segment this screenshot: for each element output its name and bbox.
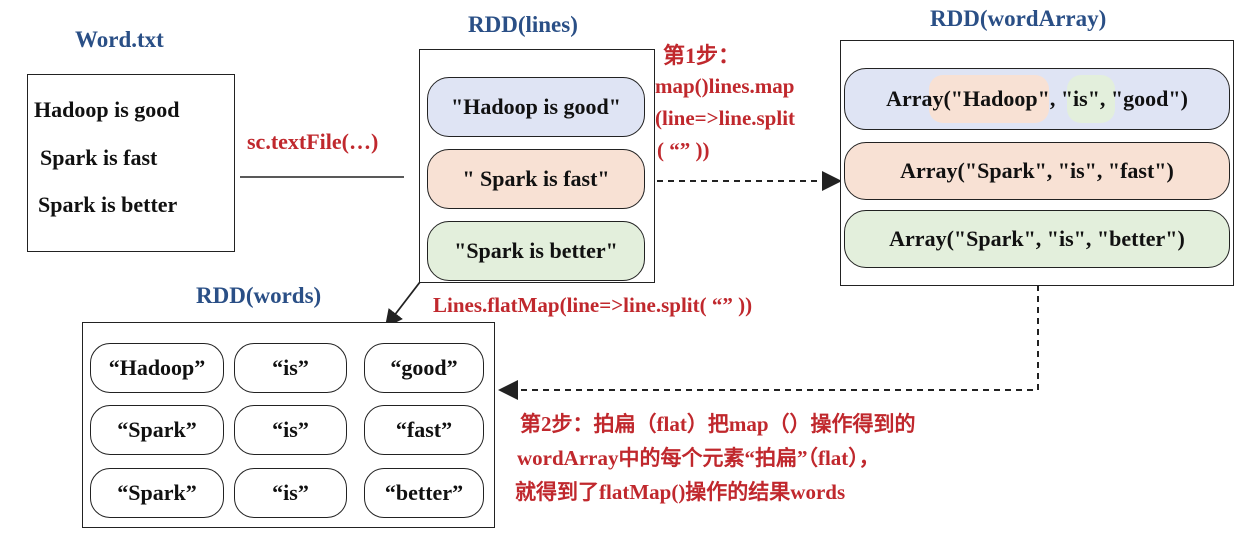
rdd-words-item: “Spark” [90, 468, 224, 518]
rdd-lines-title: RDD(lines) [468, 12, 578, 37]
rdd-words-item: “good” [364, 343, 484, 393]
rdd-words-box: “Hadoop” “is” “good” “Spark” “is” “fast”… [82, 322, 495, 528]
rdd-words-item: “is” [234, 468, 347, 518]
step2-line: wordArray中的每个元素“拍扁”（flat）， [517, 446, 880, 470]
textfile-label: sc.textFile(…) [247, 129, 379, 154]
rdd-lines-item: "Hadoop is good" [427, 77, 645, 137]
rdd-lines-item: "Spark is better" [427, 221, 645, 281]
rdd-lines-box: "Hadoop is good" " Spark is fast" "Spark… [419, 49, 655, 283]
rdd-words-item: “Hadoop” [90, 343, 224, 393]
word-file-box: Hadoop is good Spark is fast Spark is be… [27, 74, 235, 252]
word-file-title: Word.txt [75, 27, 164, 52]
rdd-words-title: RDD(words) [196, 283, 322, 308]
rdd-words-item: “is” [234, 405, 347, 455]
step1-line: map()lines.map [655, 74, 795, 98]
rdd-wordarray-item: Array("Spark", "is", "fast") [844, 142, 1230, 200]
rdd-wordarray-text: Array("Hadoop", "is", "good") [886, 86, 1188, 111]
rdd-words-item: “Spark” [90, 405, 224, 455]
word-file-line: Spark is fast [40, 145, 158, 170]
step1-line: (line=>line.split [655, 106, 796, 130]
word-file-line: Hadoop is good [34, 97, 180, 122]
rdd-words-item: “is” [234, 343, 347, 393]
rdd-words-item: “fast” [364, 405, 484, 455]
rdd-wordarray-box: Array("Hadoop", "is", "good") Array("Spa… [840, 40, 1234, 286]
rdd-wordarray-item: Array("Spark", "is", "better") [844, 210, 1230, 268]
rdd-wordarray-title: RDD(wordArray) [930, 6, 1107, 31]
step2-line: 第2步：拍扁（flat）把map（）操作得到的 [520, 412, 916, 436]
flatmap-arrow [384, 281, 421, 328]
step1-title: 第1步： [663, 43, 741, 68]
flatmap-label: Lines.flatMap(line=>line.split( “” )) [433, 293, 753, 317]
rdd-wordarray-item: Array("Hadoop", "is", "good") [844, 68, 1230, 130]
step2-line: 就得到了flatMap()操作的结果words [515, 480, 846, 504]
word-file-line: Spark is better [38, 192, 178, 217]
rdd-lines-item: " Spark is fast" [427, 149, 645, 209]
step1-line: ( “” )) [657, 138, 710, 162]
rdd-words-item: “better” [364, 468, 484, 518]
